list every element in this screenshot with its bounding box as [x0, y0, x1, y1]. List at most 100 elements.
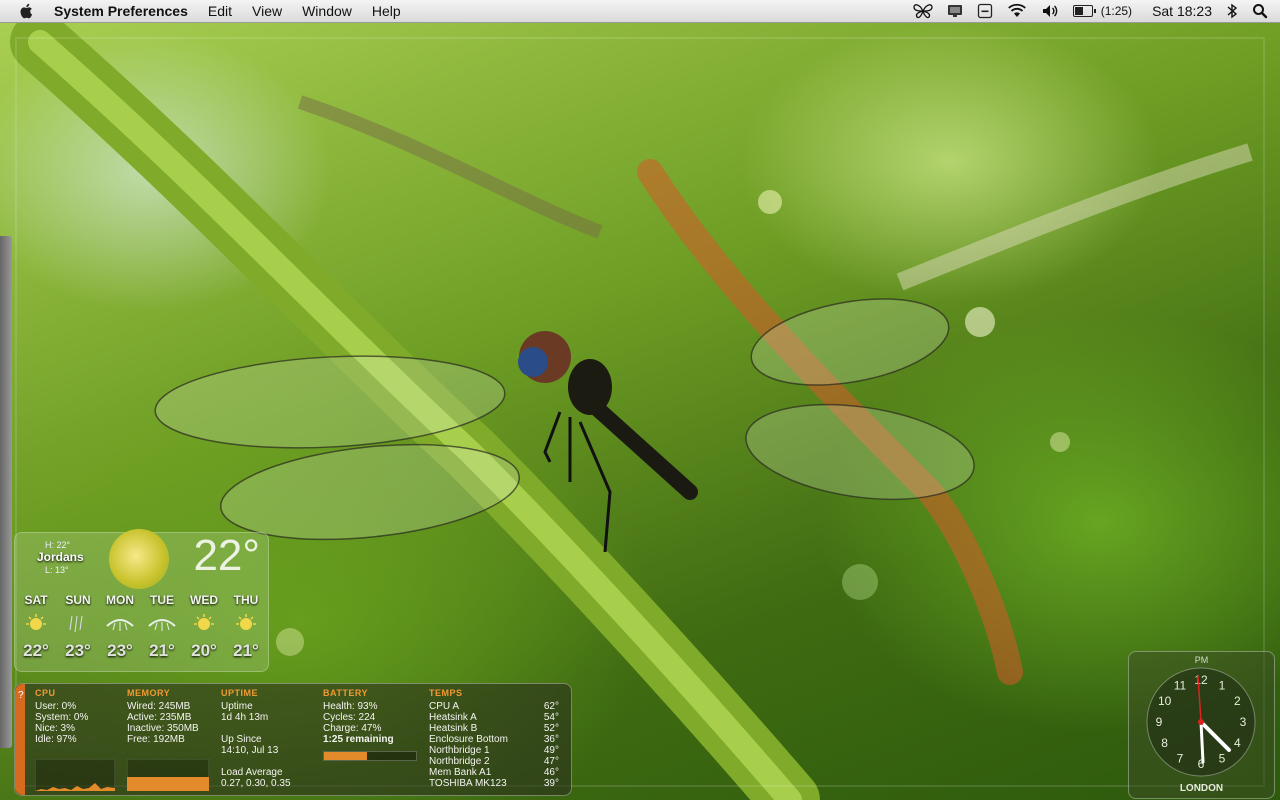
clock-numeral: 3	[1240, 715, 1247, 729]
forecast-day: WED 20°	[183, 593, 225, 661]
clock-numeral: 1	[1219, 679, 1226, 693]
forecast-day: TUE 21°	[141, 593, 183, 661]
forecast-temp: 22°	[23, 641, 49, 660]
sun-icon	[183, 611, 225, 637]
memory-active: Active: 235MB	[127, 712, 192, 723]
uptime-label: Uptime	[221, 701, 253, 712]
temp-row: Heatsink A 54°	[429, 712, 559, 723]
menu-edit[interactable]: Edit	[208, 3, 232, 19]
temp-row: Mem Bank A1 46°	[429, 767, 559, 778]
weather-city: Jordans	[37, 550, 84, 564]
rain-icon	[57, 611, 99, 637]
temp-sensor-name: Enclosure Bottom	[429, 734, 508, 745]
butterfly-icon[interactable]	[913, 3, 933, 19]
weather-widget[interactable]: H: 22° Jordans L: 13° 22° SAT 22° SUN 23°…	[14, 529, 269, 672]
upsince-value: 14:10, Jul 13	[221, 745, 279, 756]
memory-wired: Wired: 245MB	[127, 701, 191, 712]
current-sun-icon	[109, 529, 169, 589]
battery-status[interactable]: (1:25)	[1072, 4, 1133, 18]
cpu-section: CPU User: 0% System: 0% Nice: 3% Idle: 9…	[34, 688, 116, 794]
bluetooth-icon[interactable]	[1226, 3, 1238, 19]
minute-hand	[1199, 720, 1205, 764]
status-menus: (1:25) Sat 18:23	[913, 3, 1268, 19]
temp-sensor-name: Northbridge 2	[429, 756, 490, 767]
clock-numeral: 10	[1158, 694, 1172, 708]
temp-sensor-name: Heatsink B	[429, 723, 478, 734]
wifi-icon[interactable]	[1007, 3, 1027, 19]
cpu-graph	[34, 758, 116, 792]
temp-sensor-name: Mem Bank A1	[429, 767, 492, 778]
apple-menu-icon[interactable]	[18, 2, 36, 20]
cpu-nice: Nice: 3%	[35, 723, 76, 734]
clock-numeral: 7	[1177, 751, 1184, 765]
sun-icon	[225, 611, 267, 637]
menu-app-name[interactable]: System Preferences	[54, 3, 188, 19]
forecast-temp: 21°	[233, 641, 259, 660]
clock-numeral: 9	[1156, 715, 1163, 729]
forecast-day: SUN 23°	[57, 593, 99, 661]
memory-inactive: Inactive: 350MB	[127, 723, 199, 734]
menu-help[interactable]: Help	[372, 3, 401, 19]
svg-text:?: ?	[18, 690, 24, 701]
info-icon[interactable]: ?	[17, 687, 25, 701]
temp-sensor-value: 52°	[543, 723, 559, 734]
load-label: Load Average	[221, 767, 283, 778]
cloud-icon	[141, 611, 183, 637]
istat-pro-widget[interactable]: ? CPU User: 0% System: 0% Nice: 3% Idle:…	[14, 683, 572, 796]
load-value: 0.27, 0.30, 0.35	[221, 778, 291, 789]
clock-numeral: 11	[1174, 679, 1187, 693]
sun-icon	[15, 611, 57, 637]
forecast-temp: 23°	[107, 641, 133, 660]
uptime-value: 1d 4h 13m	[221, 712, 269, 723]
menu-view[interactable]: View	[252, 3, 282, 19]
forecast-day-label: MON	[106, 593, 134, 607]
upsince-label: Up Since	[221, 734, 262, 745]
temp-row: Enclosure Bottom 36°	[429, 734, 559, 745]
temp-row: Northbridge 1 49°	[429, 745, 559, 756]
forecast: SAT 22° SUN 23° MON 23° TUE 21° WED 20° THU 2…	[15, 593, 268, 661]
low-temp: L: 13°	[45, 565, 69, 575]
menubar-clock[interactable]: Sat 18:23	[1152, 3, 1212, 19]
forecast-day-label: SUN	[65, 593, 91, 607]
memory-free: Free: 192MB	[127, 734, 185, 745]
temp-sensor-name: CPU A	[429, 701, 460, 712]
clock-numeral: 5	[1219, 751, 1226, 765]
cpu-idle: Idle: 97%	[35, 734, 77, 745]
forecast-day: SAT 22°	[15, 593, 57, 661]
forecast-day-label: SAT	[24, 593, 48, 607]
menu-window[interactable]: Window	[302, 3, 352, 19]
battery-icon	[1072, 5, 1096, 17]
forecast-day: THU 21°	[225, 593, 267, 661]
forecast-day: MON 23°	[99, 593, 141, 661]
temp-sensor-value: 36°	[543, 734, 559, 745]
forecast-day-label: THU	[233, 593, 259, 607]
side-drawer-handle[interactable]	[0, 236, 12, 748]
memory-graph	[126, 758, 210, 792]
clock-numeral: 2	[1234, 694, 1241, 708]
battery-section: BATTERY Health: 93% Cycles: 224 Charge: …	[323, 688, 417, 761]
world-clock-widget[interactable]: PM 12 1 2 3 4 5 6 7 8 9 10 11 LONDON	[1128, 651, 1275, 799]
cloud-icon	[99, 611, 141, 637]
volume-icon[interactable]	[1041, 3, 1059, 19]
forecast-day-label: WED	[190, 593, 218, 607]
desktop-frame	[15, 37, 1265, 787]
eject-icon[interactable]	[977, 3, 993, 19]
forecast-temp: 23°	[65, 641, 91, 660]
clock-numeral: 8	[1161, 736, 1168, 750]
battery-time: (1:25)	[1100, 4, 1133, 18]
cpu-title: CPU	[35, 688, 56, 698]
cpu-user: User: 0%	[35, 701, 77, 712]
forecast-day-label: TUE	[150, 593, 174, 607]
temp-sensor-value: 39°	[543, 778, 559, 789]
clock-numeral: 4	[1234, 736, 1241, 750]
temp-row: CPU A 62°	[429, 701, 559, 712]
battery-cycles: Cycles: 224	[323, 712, 376, 723]
battery-charge: Charge: 47%	[323, 723, 382, 734]
display-icon[interactable]	[947, 4, 963, 18]
spotlight-search-icon[interactable]	[1252, 3, 1268, 19]
uptime-title: UPTIME	[221, 688, 259, 698]
temp-sensor-name: TOSHIBA MK123	[429, 778, 507, 789]
battery-title: BATTERY	[323, 688, 368, 698]
temp-sensor-value: 62°	[543, 701, 559, 712]
clock-numeral: 12	[1194, 673, 1208, 687]
